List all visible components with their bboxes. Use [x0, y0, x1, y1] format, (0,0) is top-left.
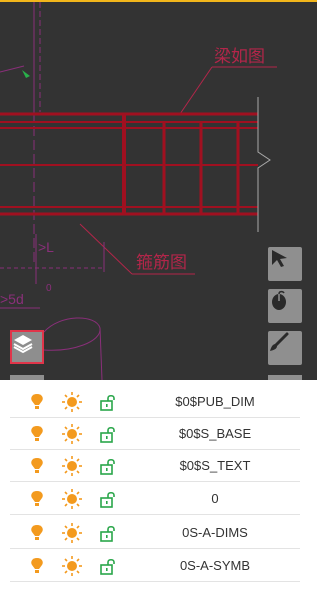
bulb-icon[interactable]: [27, 523, 47, 543]
layer-name: 0: [211, 491, 219, 506]
bulb-icon[interactable]: [27, 456, 47, 476]
unlock-icon[interactable]: [98, 424, 118, 444]
sun-icon[interactable]: [62, 556, 82, 576]
bulb-icon[interactable]: [27, 489, 47, 509]
select-tool-button[interactable]: [268, 247, 302, 281]
layer-name: $0$S_BASE: [178, 426, 252, 441]
sun-icon[interactable]: [62, 489, 82, 509]
bulb-icon[interactable]: [27, 392, 47, 412]
layer-name: 0S-A-SYMB: [179, 558, 251, 573]
layer-name: 0S-A-DIMS: [182, 525, 248, 540]
cad-drawing: 梁如图 箍筋图 >L >5d 0: [0, 2, 277, 380]
layer-row[interactable]: $0$PUB_DIM: [10, 386, 300, 418]
layer-name: $0$PUB_DIM: [175, 394, 255, 409]
dim-label-l: >L: [38, 239, 54, 255]
layer-row[interactable]: 0S-A-DIMS: [10, 517, 300, 549]
layer-list-panel: $0$PUB_DIM $0$S_BASE $0$S_TEXT 0 0S-A-DI…: [0, 380, 317, 590]
unlock-icon[interactable]: [98, 489, 118, 509]
unlock-icon[interactable]: [98, 392, 118, 412]
layer-row[interactable]: 0: [10, 483, 300, 515]
dim-label-0: 0: [46, 283, 52, 294]
unlock-icon[interactable]: [98, 556, 118, 576]
mouse-tool-button[interactable]: [268, 289, 302, 323]
annotation-mid: 箍筋图: [136, 253, 187, 273]
dim-label-5d: >5d: [0, 291, 24, 307]
brush-tool-button[interactable]: [268, 331, 302, 365]
bulb-icon[interactable]: [27, 556, 47, 576]
layer-name: $0$S_TEXT: [179, 458, 251, 473]
layer-row[interactable]: 0S-A-SYMB: [10, 550, 300, 582]
layer-row[interactable]: $0$S_BASE: [10, 418, 300, 450]
sun-icon[interactable]: [62, 523, 82, 543]
layer-row[interactable]: $0$S_TEXT: [10, 450, 300, 482]
unlock-icon[interactable]: [98, 523, 118, 543]
annotation-top: 梁如图: [214, 47, 265, 67]
sun-icon[interactable]: [62, 424, 82, 444]
layers-button[interactable]: [10, 330, 44, 364]
bulb-icon[interactable]: [27, 424, 47, 444]
sun-icon[interactable]: [62, 392, 82, 412]
unlock-icon[interactable]: [98, 456, 118, 476]
cad-drawing-canvas[interactable]: 梁如图 箍筋图 >L >5d 0: [0, 2, 317, 380]
sun-icon[interactable]: [62, 456, 82, 476]
